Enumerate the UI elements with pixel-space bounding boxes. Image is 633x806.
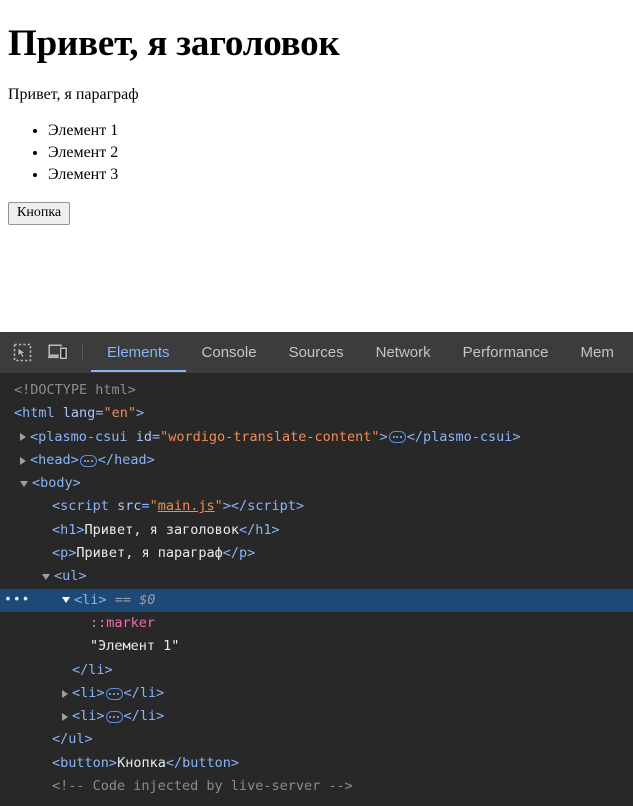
expand-triangle[interactable] xyxy=(20,457,26,465)
expand-triangle[interactable] xyxy=(62,713,68,721)
list-item: Элемент 2 xyxy=(48,142,625,164)
collapsed-children-icon[interactable] xyxy=(80,455,97,467)
dom-node-button[interactable]: <button>Кнопка</button> xyxy=(0,752,633,775)
attr-value-lang: "en" xyxy=(103,402,136,425)
tag-name-head: head xyxy=(38,449,71,472)
attr-name-src: src xyxy=(117,495,141,518)
list-item: Элемент 3 xyxy=(48,164,625,186)
dom-node-head[interactable]: <head></head> xyxy=(0,449,633,472)
tag-name-ul: ul xyxy=(62,565,78,588)
tag-name-script: script xyxy=(60,495,109,518)
li-text-node: "Элемент 1" xyxy=(90,635,179,658)
dom-node-ul-close[interactable]: </ul> xyxy=(0,728,633,751)
dom-node-ul[interactable]: <ul> xyxy=(0,565,633,588)
tag-name-h1: h1 xyxy=(60,519,76,542)
devtools-toolbar: Elements Console Sources Network Perform… xyxy=(0,332,633,373)
tag-name-li: li xyxy=(80,705,96,728)
collapse-triangle[interactable] xyxy=(42,574,50,580)
tag-name-button: button xyxy=(60,752,109,775)
attr-name-lang: lang xyxy=(63,402,96,425)
closing-tag-li: li xyxy=(140,682,156,705)
dom-node-script[interactable]: <script src="main.js"></script> xyxy=(0,495,633,518)
dom-node-plasmo-csui[interactable]: <plasmo-csui id="wordigo-translate-conte… xyxy=(0,426,633,449)
dom-node-p[interactable]: <p>Привет, я параграф</p> xyxy=(0,542,633,565)
collapse-triangle[interactable] xyxy=(62,597,70,603)
closing-tag-li: li xyxy=(140,705,156,728)
expand-triangle[interactable] xyxy=(62,690,68,698)
tab-network[interactable]: Network xyxy=(360,332,447,372)
collapse-triangle[interactable] xyxy=(20,481,28,487)
page-viewport: Привет, я заголовок Привет, я параграф Э… xyxy=(0,0,633,332)
inspect-element-icon[interactable] xyxy=(4,336,40,368)
dom-node-comment[interactable]: <!-- Code injected by live-server --> xyxy=(0,775,633,798)
devtools-panel: Elements Console Sources Network Perform… xyxy=(0,332,633,806)
tag-name-li: li xyxy=(82,589,98,612)
dom-node-body[interactable]: <body> xyxy=(0,472,633,495)
tab-memory[interactable]: Mem xyxy=(565,332,630,372)
page-paragraph: Привет, я параграф xyxy=(8,85,625,104)
tab-sources[interactable]: Sources xyxy=(273,332,360,372)
h1-text-node: Привет, я заголовок xyxy=(85,519,239,542)
dom-node-li-close[interactable]: </li> xyxy=(0,659,633,682)
comment-text: <!-- Code injected by live-server --> xyxy=(52,775,353,798)
toolbar-divider xyxy=(82,343,83,361)
tab-elements[interactable]: Elements xyxy=(91,332,186,372)
page-title: Привет, я заголовок xyxy=(8,24,625,65)
closing-tag-ul: ul xyxy=(68,728,84,751)
doctype-text: <!DOCTYPE html> xyxy=(14,379,136,402)
list-item: Элемент 1 xyxy=(48,120,625,142)
collapsed-children-icon[interactable] xyxy=(106,711,123,723)
page-list: Элемент 1 Элемент 2 Элемент 3 xyxy=(8,120,625,186)
closing-tag-li: li xyxy=(88,659,104,682)
tag-name-body: body xyxy=(40,472,73,495)
closing-tag-button: button xyxy=(182,752,231,775)
tag-name-li: li xyxy=(80,682,96,705)
closing-tag-plasmo-csui: plasmo-csui xyxy=(423,426,512,449)
dom-node-li-selected[interactable]: ••• <li> == $0 xyxy=(0,589,633,612)
dom-node-html[interactable]: <html lang="en"> xyxy=(0,402,633,425)
device-toolbar-icon-glyph xyxy=(48,344,68,361)
devtools-tab-bar: Elements Console Sources Network Perform… xyxy=(91,332,633,372)
attr-name-id: id xyxy=(136,426,152,449)
expand-triangle[interactable] xyxy=(20,433,26,441)
script-src-link[interactable]: main.js xyxy=(158,498,215,514)
dom-node-doctype[interactable]: <!DOCTYPE html> xyxy=(0,379,633,402)
attr-value-id: "wordigo-translate-content" xyxy=(160,426,379,449)
dom-node-marker-pseudo[interactable]: ::marker xyxy=(0,612,633,635)
page-button[interactable]: Кнопка xyxy=(8,202,70,225)
closing-tag-h1: h1 xyxy=(255,519,271,542)
closing-tag-p: p xyxy=(239,542,247,565)
tag-name-p: p xyxy=(60,542,68,565)
selected-node-reference: == $0 xyxy=(115,589,156,612)
device-toolbar-icon[interactable] xyxy=(40,336,76,368)
dom-node-h1[interactable]: <h1>Привет, я заголовок</h1> xyxy=(0,519,633,542)
closing-tag-head: head xyxy=(114,449,147,472)
tab-console[interactable]: Console xyxy=(186,332,273,372)
dom-node-li-2[interactable]: <li></li> xyxy=(0,682,633,705)
dom-node-li-3[interactable]: <li></li> xyxy=(0,705,633,728)
collapsed-children-icon[interactable] xyxy=(106,688,123,700)
p-text-node: Привет, я параграф xyxy=(76,542,222,565)
closing-tag-script: script xyxy=(247,495,296,518)
pseudo-element-marker: ::marker xyxy=(90,612,155,635)
button-text-node: Кнопка xyxy=(117,752,166,775)
collapsed-children-icon[interactable] xyxy=(389,431,406,443)
tag-name-html: html xyxy=(22,402,55,425)
dom-node-li-text[interactable]: "Элемент 1" xyxy=(0,635,633,658)
dom-tree: <!DOCTYPE html> <html lang="en"> <plasmo… xyxy=(0,373,633,798)
node-options-badge[interactable]: ••• xyxy=(4,594,30,607)
tab-performance[interactable]: Performance xyxy=(447,332,565,372)
inspect-element-icon-glyph xyxy=(13,343,32,362)
tag-name-plasmo-csui: plasmo-csui xyxy=(38,426,127,449)
